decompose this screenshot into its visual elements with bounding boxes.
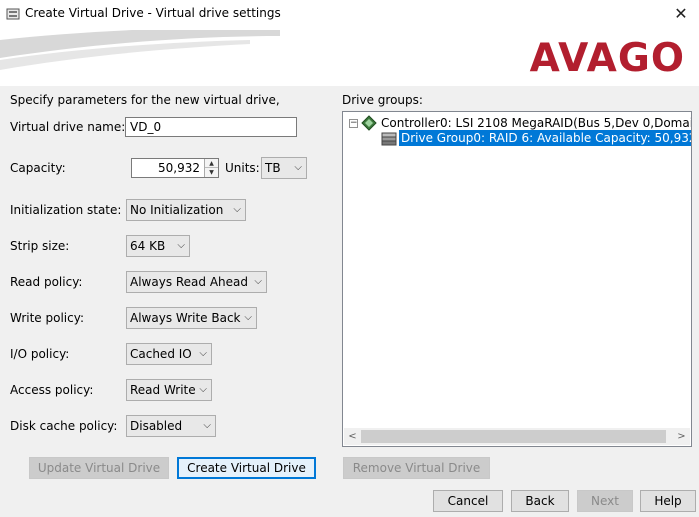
io-policy-label: I/O policy:	[10, 347, 70, 361]
drive-groups-tree[interactable]: − Controller0: LSI 2108 MegaRAID(Bus 5,D…	[342, 111, 692, 447]
cancel-button[interactable]: Cancel	[433, 490, 503, 512]
app-icon	[6, 8, 20, 20]
banner: AVAGO	[0, 30, 699, 86]
disk-cache-policy-label: Disk cache policy:	[10, 419, 118, 433]
access-policy-label: Access policy:	[10, 383, 94, 397]
io-policy-select[interactable]: Cached IO ⌵	[126, 343, 212, 365]
chevron-down-icon: ⌵	[199, 384, 207, 395]
units-select[interactable]: TB ⌵	[261, 157, 307, 179]
chevron-down-icon: ⌵	[244, 312, 252, 323]
capacity-input[interactable]: 50,932 ▲ ▼	[131, 158, 219, 178]
create-virtual-drive-button[interactable]: Create Virtual Drive	[177, 457, 316, 479]
scroll-right-icon[interactable]: >	[673, 428, 690, 445]
spin-up-icon[interactable]: ▲	[205, 159, 218, 168]
read-policy-select[interactable]: Always Read Ahead ⌵	[126, 271, 267, 293]
chevron-down-icon: ⌵	[254, 276, 262, 287]
drive-groups-label: Drive groups:	[342, 93, 423, 107]
strip-size-label: Strip size:	[10, 239, 70, 253]
horizontal-scrollbar[interactable]: < >	[344, 428, 690, 445]
collapse-icon[interactable]: −	[349, 119, 358, 128]
drive-group-icon	[381, 132, 397, 146]
disk-cache-policy-select[interactable]: Disabled ⌵	[126, 415, 216, 437]
io-policy-value: Cached IO	[130, 347, 192, 361]
update-virtual-drive-button[interactable]: Update Virtual Drive	[29, 457, 169, 479]
avago-logo: AVAGO	[529, 36, 685, 81]
controller-node[interactable]: Controller0: LSI 2108 MegaRAID(Bus 5,Dev…	[381, 115, 691, 131]
spin-down-icon[interactable]: ▼	[205, 168, 218, 177]
next-button[interactable]: Next	[577, 490, 633, 512]
scroll-left-icon[interactable]: <	[344, 428, 361, 445]
chevron-down-icon: ⌵	[177, 240, 185, 251]
drive-group0-node[interactable]: Drive Group0: RAID 6: Available Capacity…	[399, 130, 691, 146]
chevron-down-icon: ⌵	[199, 348, 207, 359]
init-state-select[interactable]: No Initialization ⌵	[126, 199, 246, 221]
window-title: Create Virtual Drive - Virtual drive set…	[25, 6, 281, 20]
banner-swoosh	[0, 30, 280, 70]
chevron-down-icon: ⌵	[294, 162, 302, 173]
strip-size-value: 64 KB	[130, 239, 166, 253]
chevron-down-icon: ⌵	[233, 204, 241, 215]
read-policy-label: Read policy:	[10, 275, 83, 289]
disk-cache-policy-value: Disabled	[130, 419, 183, 433]
units-value: TB	[265, 161, 281, 175]
chevron-down-icon: ⌵	[203, 420, 211, 431]
controller-icon	[361, 115, 377, 131]
write-policy-value: Always Write Back	[130, 311, 241, 325]
vd-name-label: Virtual drive name:	[10, 120, 126, 134]
access-policy-select[interactable]: Read Write ⌵	[126, 379, 212, 401]
help-button[interactable]: Help	[640, 490, 696, 512]
scrollbar-thumb[interactable]	[361, 430, 666, 443]
vd-name-input[interactable]: VD_0	[125, 117, 297, 137]
capacity-label: Capacity:	[10, 161, 66, 175]
intro-text: Specify parameters for the new virtual d…	[10, 93, 280, 107]
close-icon[interactable]: ✕	[669, 2, 693, 26]
back-button[interactable]: Back	[511, 490, 569, 512]
write-policy-label: Write policy:	[10, 311, 84, 325]
strip-size-select[interactable]: 64 KB ⌵	[126, 235, 190, 257]
title-bar: Create Virtual Drive - Virtual drive set…	[0, 0, 699, 30]
write-policy-select[interactable]: Always Write Back ⌵	[126, 307, 257, 329]
access-policy-value: Read Write	[130, 383, 196, 397]
read-policy-value: Always Read Ahead	[130, 275, 249, 289]
capacity-spinner[interactable]: ▲ ▼	[204, 159, 218, 177]
init-state-label: Initialization state:	[10, 203, 122, 217]
capacity-value: 50,932	[158, 161, 200, 175]
remove-virtual-drive-button[interactable]: Remove Virtual Drive	[343, 457, 490, 479]
init-state-value: No Initialization	[130, 203, 224, 217]
units-label: Units:	[225, 161, 260, 175]
